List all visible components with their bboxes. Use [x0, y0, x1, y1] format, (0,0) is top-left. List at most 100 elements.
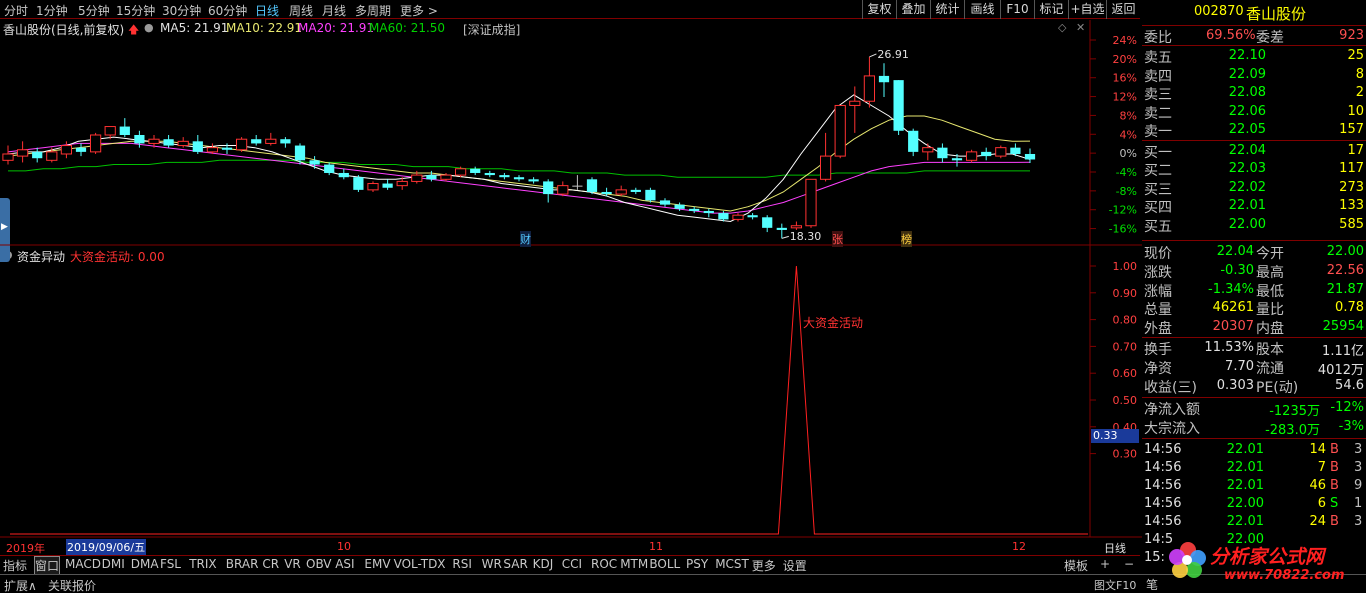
indicator-tab-psy[interactable]: PSY [686, 557, 708, 571]
candle-body [557, 185, 569, 195]
dragon-tiger-marker[interactable]: 榜 [901, 231, 912, 247]
limit-up-marker[interactable]: 张 [832, 231, 843, 247]
indicator-tab-boll[interactable]: BOLL [649, 557, 680, 571]
graphic-f10-button[interactable]: 图文F10 [1094, 577, 1136, 593]
indicator-tab-更多[interactable]: 更多 [752, 557, 776, 574]
weicha-label: 委差 [1256, 30, 1284, 46]
indicator-tab-asi[interactable]: ASI [335, 557, 354, 571]
indicator-tick-label: 0.70 [1113, 340, 1138, 353]
candle-body [353, 177, 364, 190]
indicator-tab-窗口[interactable]: 窗口 [34, 556, 61, 575]
buy-level-row[interactable]: 买三 22.02 273 [1142, 179, 1366, 198]
level-label: 买五 [1144, 218, 1172, 235]
indicator-tick-label: 1.00 [1113, 260, 1138, 273]
buy-level-row[interactable]: 买二 22.03 117 [1142, 160, 1366, 179]
percent-tick-label: 24% [1113, 34, 1137, 47]
flow-pct: -3% [1338, 419, 1364, 434]
level-label: 卖三 [1144, 87, 1172, 103]
sell-level-row[interactable]: 卖五 22.10 25 [1142, 47, 1366, 66]
add-window-icon[interactable]: + [1100, 557, 1110, 571]
candle [280, 137, 291, 148]
stat-label: 换手 [1144, 342, 1172, 358]
level-price: 22.00 [1228, 216, 1266, 232]
candle [732, 213, 744, 222]
indicator-tab-mcst[interactable]: MCST [715, 557, 749, 571]
stat-value: 54.6 [1335, 378, 1364, 393]
sell-level-row[interactable]: 卖三 22.08 2 [1142, 84, 1366, 103]
indicator-tab-fsl[interactable]: FSL [160, 557, 181, 571]
indicator-tab-rsi[interactable]: RSI [452, 557, 472, 571]
candle-body [265, 138, 277, 144]
sell-level-row[interactable]: 卖二 22.06 10 [1142, 103, 1366, 122]
sell-level-row[interactable]: 卖一 22.05 157 [1142, 121, 1366, 140]
indicator-tab-dma[interactable]: DMA [131, 557, 159, 571]
candle-body [192, 141, 203, 152]
indicator-tab-mtm[interactable]: MTM [620, 557, 648, 571]
indicator-tab-macd[interactable]: MACD [65, 557, 101, 571]
buy-level-row[interactable]: 买五 22.00 585 [1142, 216, 1366, 235]
stat-value: 22.04 [1216, 244, 1254, 259]
tick-bs: B [1330, 442, 1339, 457]
indicator-tab-vol-tdx[interactable]: VOL-TDX [394, 557, 446, 571]
stat2-row: 换手 11.53% 股本 1.11亿 [1142, 339, 1366, 359]
percent-tick-label: -8% [1116, 185, 1137, 198]
candle-body [951, 158, 963, 161]
expand-button[interactable]: 扩展∧ [4, 577, 37, 593]
tick-count: 3 [1354, 514, 1363, 529]
related-quotes-button[interactable]: 关联报价 [48, 577, 96, 593]
stat-label: 内盘 [1256, 321, 1284, 338]
indicator-tab-设置[interactable]: 设置 [783, 557, 807, 574]
indicator-tab-指标[interactable]: 指标 [3, 557, 27, 574]
candle-body [294, 145, 306, 161]
stat-label: 最高 [1256, 264, 1284, 281]
level-volume: 117 [1339, 161, 1364, 176]
stat-row: 外盘 20307 内盘 25954 [1142, 318, 1366, 338]
tick-price: 22.00 [1226, 496, 1264, 511]
candle-body [163, 139, 174, 146]
candle-body [601, 191, 612, 195]
candle-body [235, 138, 248, 151]
candle-body [863, 75, 876, 102]
candle-body [134, 134, 145, 144]
kline-chart[interactable]: 24% 20% 16% 12% 8% 4% 0% -4% -8% -12% -16% 1.00 0.9… [0, 0, 1142, 574]
candle [995, 145, 1007, 159]
earnings-marker[interactable]: 财 [520, 231, 531, 247]
indicator-tab-dmi[interactable]: DMI [102, 557, 125, 571]
tick-bs: B [1330, 514, 1339, 529]
indicator-tab-sar[interactable]: SAR [503, 557, 527, 571]
level-label: 卖二 [1144, 105, 1172, 122]
indicator-tab-emv[interactable]: EMV [364, 557, 390, 571]
candle-body [965, 151, 978, 161]
indicator-tab-obv[interactable]: OBV [306, 557, 332, 571]
stat-value: -1.34% [1208, 281, 1254, 297]
indicator-tab-roc[interactable]: ROC [591, 557, 617, 571]
candle [849, 86, 861, 133]
indicator-tick-label: 0.80 [1113, 314, 1138, 327]
indicator-tab-cci[interactable]: CCI [562, 557, 582, 571]
sell-level-row[interactable]: 卖四 22.09 8 [1142, 66, 1366, 85]
indicator-tab-kdj[interactable]: KDJ [533, 557, 554, 571]
buy-level-row[interactable]: 买一 22.04 17 [1142, 142, 1366, 161]
level-volume: 273 [1339, 179, 1364, 195]
candle [1024, 148, 1036, 164]
template-button[interactable]: 模板 [1064, 557, 1088, 574]
pen-button[interactable]: 笔 [1146, 576, 1158, 593]
candle-body [206, 147, 219, 153]
indicator-tab-wr[interactable]: WR [482, 557, 502, 571]
candle [89, 132, 102, 154]
indicator-tab-trix[interactable]: TRIX [189, 557, 216, 571]
candle [75, 143, 87, 157]
indicator-tick-label: 0.60 [1113, 367, 1138, 380]
buy-level-row[interactable]: 买四 22.01 133 [1142, 197, 1366, 216]
indicator-tab-brar[interactable]: BRAR [226, 557, 259, 571]
flow-label: 净流入额 [1144, 402, 1200, 418]
indicator-tab-vr[interactable]: VR [284, 557, 301, 571]
remove-window-icon[interactable]: − [1124, 557, 1134, 571]
candle-body [89, 134, 102, 153]
weibi-value: 69.56% [1206, 28, 1256, 43]
stat-value: 4012万 [1317, 363, 1364, 378]
candle-body [426, 175, 437, 180]
indicator-tab-cr[interactable]: CR [262, 557, 279, 571]
candle-body [513, 177, 525, 180]
candle [470, 166, 481, 176]
